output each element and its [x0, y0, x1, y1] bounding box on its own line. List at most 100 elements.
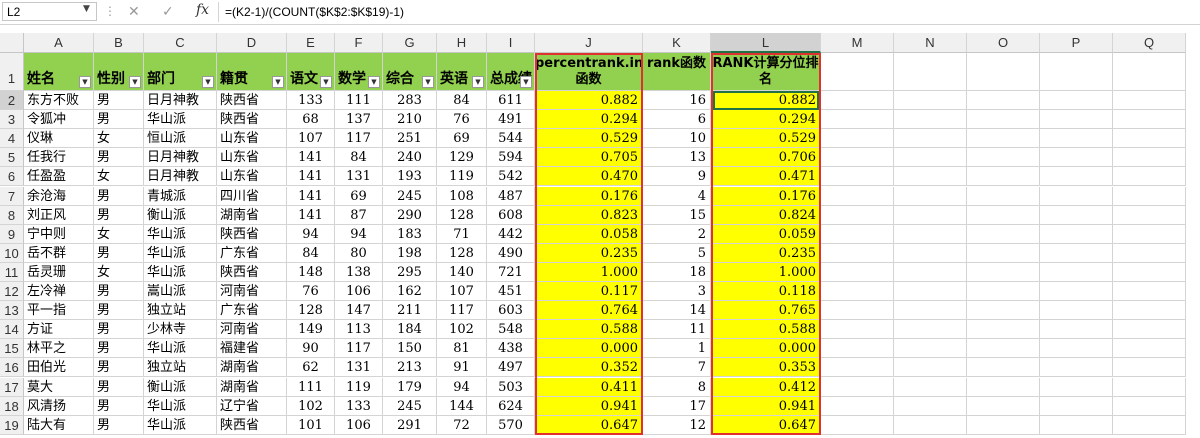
empty-cell[interactable] [894, 396, 967, 416]
table-cell[interactable]: 风清扬 [24, 396, 94, 416]
empty-cell[interactable] [821, 91, 894, 111]
table-cell[interactable]: 华山派 [144, 415, 217, 435]
empty-cell[interactable] [967, 205, 1040, 225]
insert-function-icon[interactable]: fx [196, 2, 209, 18]
row-header-14[interactable]: 14 [0, 320, 24, 340]
table-cell[interactable]: 1 [643, 339, 711, 359]
table-cell[interactable]: 295 [383, 262, 437, 282]
header-cell-l[interactable]: RANK计算分位排名 [711, 53, 821, 91]
table-cell[interactable]: 147 [335, 301, 383, 321]
header-cell-c[interactable]: 部门 ▼ [144, 53, 217, 91]
table-cell[interactable]: 10 [643, 129, 711, 149]
table-cell[interactable]: 华山派 [144, 224, 217, 244]
empty-cell[interactable] [821, 53, 894, 91]
table-cell[interactable]: 0.941 [535, 396, 643, 416]
empty-cell[interactable] [1040, 167, 1113, 187]
table-cell[interactable]: 0.235 [711, 243, 821, 263]
empty-cell[interactable] [821, 320, 894, 340]
table-cell[interactable]: 辽宁省 [217, 396, 287, 416]
row-header-15[interactable]: 15 [0, 339, 24, 359]
empty-cell[interactable] [1113, 129, 1186, 149]
table-cell[interactable]: 0.529 [535, 129, 643, 149]
table-cell[interactable]: 0.765 [711, 301, 821, 321]
table-cell[interactable]: 独立站 [144, 358, 217, 378]
table-cell[interactable]: 男 [94, 148, 144, 168]
column-header-g[interactable]: G [383, 33, 437, 53]
table-cell[interactable]: 0.529 [711, 129, 821, 149]
table-cell[interactable]: 0.058 [535, 224, 643, 244]
table-cell[interactable]: 0.412 [711, 377, 821, 397]
table-cell[interactable]: 548 [487, 320, 535, 340]
table-cell[interactable]: 128 [437, 205, 487, 225]
empty-cell[interactable] [894, 415, 967, 435]
table-cell[interactable]: 0.824 [711, 205, 821, 225]
table-cell[interactable]: 1.000 [711, 262, 821, 282]
table-cell[interactable]: 广东省 [217, 243, 287, 263]
empty-cell[interactable] [894, 205, 967, 225]
table-cell[interactable]: 117 [335, 339, 383, 359]
empty-cell[interactable] [967, 358, 1040, 378]
table-cell[interactable]: 503 [487, 377, 535, 397]
empty-cell[interactable] [821, 148, 894, 168]
table-cell[interactable]: 华山派 [144, 110, 217, 130]
table-cell[interactable]: 0.118 [711, 282, 821, 302]
table-cell[interactable]: 131 [335, 167, 383, 187]
column-header-l[interactable]: L [711, 33, 821, 53]
table-cell[interactable]: 210 [383, 110, 437, 130]
table-cell[interactable]: 华山派 [144, 243, 217, 263]
formula-input[interactable]: =(K2-1)/(COUNT($K$2:$K$19)-1) [218, 2, 1196, 22]
table-cell[interactable]: 方证 [24, 320, 94, 340]
row-header-11[interactable]: 11 [0, 262, 24, 282]
table-cell[interactable]: 137 [335, 110, 383, 130]
empty-cell[interactable] [821, 396, 894, 416]
empty-cell[interactable] [821, 415, 894, 435]
table-cell[interactable]: 岳不群 [24, 243, 94, 263]
table-cell[interactable]: 0.882 [535, 91, 643, 111]
empty-cell[interactable] [967, 110, 1040, 130]
table-cell[interactable]: 193 [383, 167, 437, 187]
table-cell[interactable]: 0.588 [711, 320, 821, 340]
table-cell[interactable]: 7 [643, 358, 711, 378]
table-cell[interactable]: 94 [335, 224, 383, 244]
table-cell[interactable]: 84 [287, 243, 335, 263]
empty-cell[interactable] [894, 358, 967, 378]
table-cell[interactable]: 恒山派 [144, 129, 217, 149]
table-cell[interactable]: 108 [437, 186, 487, 206]
header-cell-f[interactable]: 数学 ▼ [335, 53, 383, 91]
table-cell[interactable]: 624 [487, 396, 535, 416]
filter-dropdown-icon[interactable]: ▼ [202, 76, 214, 88]
empty-cell[interactable] [821, 129, 894, 149]
table-cell[interactable]: 491 [487, 110, 535, 130]
table-cell[interactable]: 11 [643, 320, 711, 340]
empty-cell[interactable] [1040, 301, 1113, 321]
header-cell-j[interactable]: percentrank.inc函数 [535, 53, 643, 91]
table-cell[interactable]: 男 [94, 396, 144, 416]
table-cell[interactable]: 290 [383, 205, 437, 225]
empty-cell[interactable] [967, 262, 1040, 282]
empty-cell[interactable] [894, 282, 967, 302]
empty-cell[interactable] [967, 282, 1040, 302]
empty-cell[interactable] [967, 167, 1040, 187]
table-cell[interactable]: 0.176 [535, 186, 643, 206]
empty-cell[interactable] [894, 320, 967, 340]
table-cell[interactable]: 111 [335, 91, 383, 111]
table-cell[interactable]: 岳灵珊 [24, 262, 94, 282]
empty-cell[interactable] [1113, 358, 1186, 378]
empty-cell[interactable] [967, 415, 1040, 435]
table-cell[interactable]: 男 [94, 110, 144, 130]
empty-cell[interactable] [1040, 415, 1113, 435]
table-cell[interactable]: 任我行 [24, 148, 94, 168]
table-cell[interactable]: 令狐冲 [24, 110, 94, 130]
table-cell[interactable]: 101 [287, 415, 335, 435]
empty-cell[interactable] [1040, 358, 1113, 378]
table-cell[interactable]: 291 [383, 415, 437, 435]
filter-dropdown-icon[interactable]: ▼ [320, 76, 332, 88]
table-cell[interactable]: 男 [94, 320, 144, 340]
table-cell[interactable]: 0.706 [711, 148, 821, 168]
filter-dropdown-icon[interactable]: ▼ [272, 76, 284, 88]
empty-cell[interactable] [1040, 243, 1113, 263]
table-cell[interactable]: 603 [487, 301, 535, 321]
table-cell[interactable]: 男 [94, 358, 144, 378]
table-cell[interactable]: 184 [383, 320, 437, 340]
table-cell[interactable]: 594 [487, 148, 535, 168]
